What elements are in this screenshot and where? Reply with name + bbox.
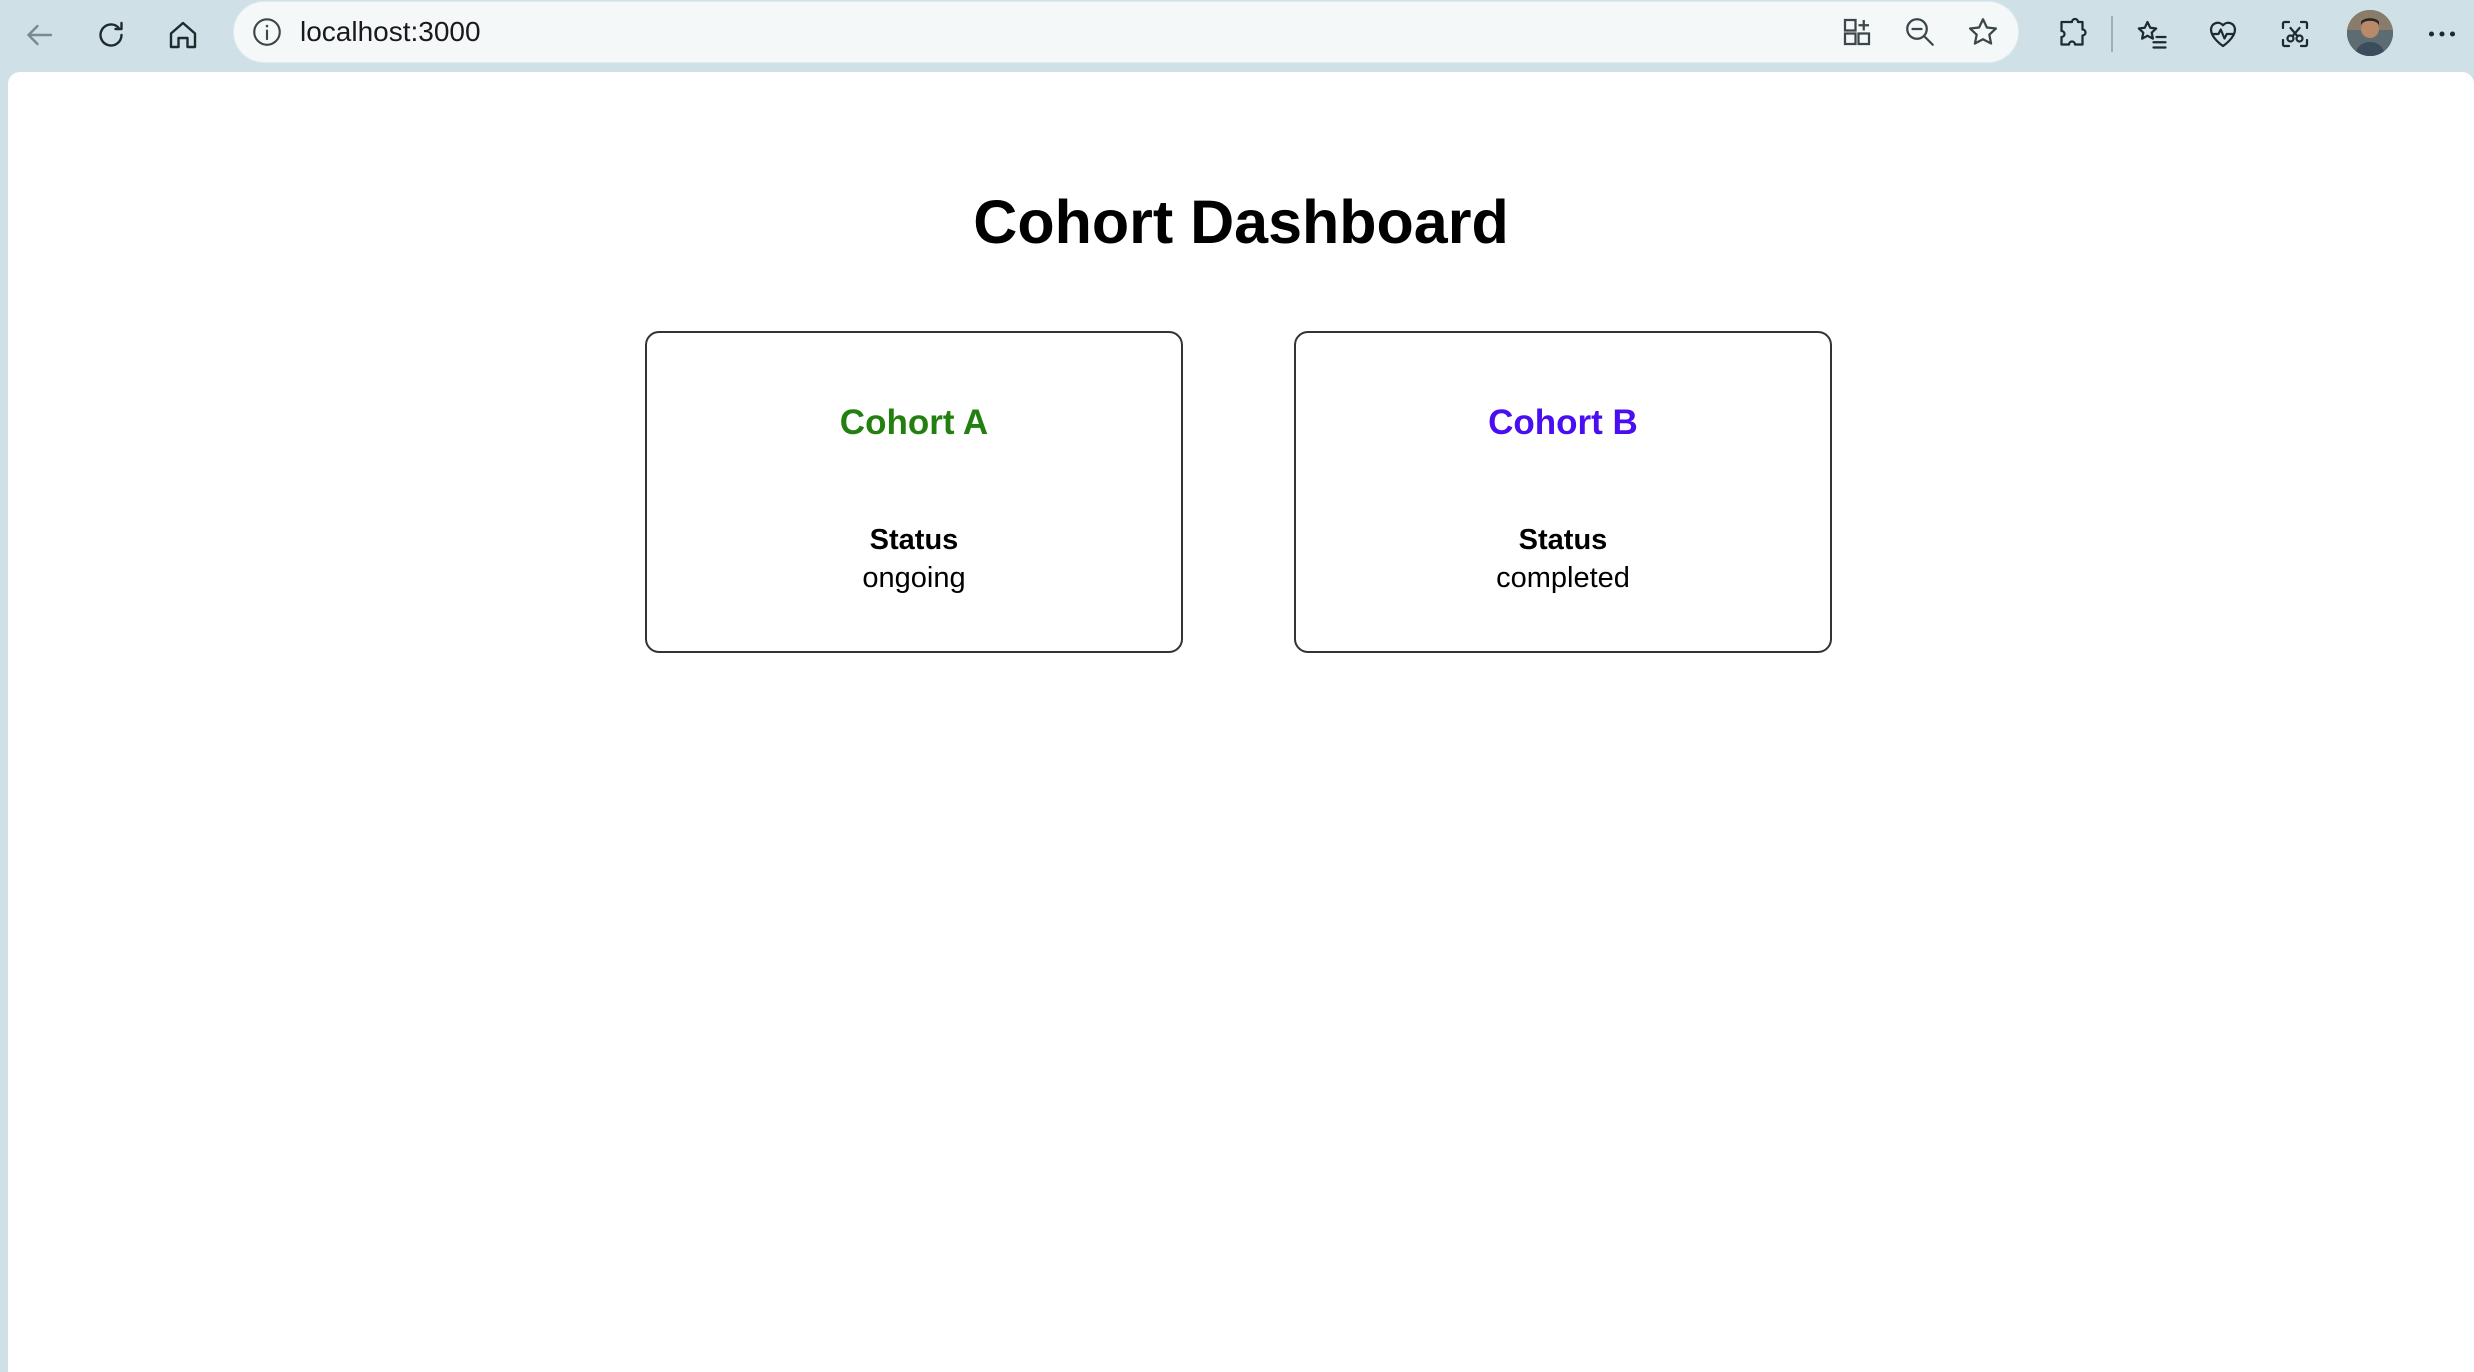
page-title: Cohort Dashboard (973, 188, 1509, 256)
health-heart-icon (2209, 21, 2237, 48)
health-button[interactable] (2201, 12, 2245, 56)
reload-button[interactable] (86, 10, 136, 60)
cohort-name: Cohort B (1488, 403, 1638, 442)
cohort-card-a: Cohort A Status ongoing (645, 331, 1183, 653)
avatar-image (2347, 10, 2393, 56)
browser-toolbar: localhost:3000 (0, 0, 2474, 70)
extensions-icon (2060, 17, 2087, 46)
status-value: ongoing (862, 562, 966, 594)
status-value: completed (1496, 562, 1630, 594)
address-bar[interactable]: localhost:3000 (234, 2, 2018, 62)
favorites-list-icon (2137, 20, 2167, 49)
screenshot-icon (2281, 20, 2309, 48)
home-button[interactable] (158, 10, 208, 60)
favorites-button[interactable] (2130, 12, 2174, 56)
extensions-button[interactable] (2050, 12, 2094, 56)
info-icon[interactable] (250, 15, 284, 49)
favorite-star-icon[interactable] (1965, 14, 2001, 50)
home-icon (169, 21, 197, 49)
toolbar-divider (2111, 16, 2113, 52)
url-text[interactable]: localhost:3000 (300, 16, 481, 48)
status-label: Status (869, 524, 959, 556)
page-viewport: Cohort Dashboard Cohort A Status ongoing… (8, 72, 2474, 1372)
more-menu-button[interactable] (2420, 12, 2464, 56)
reload-icon (99, 21, 123, 47)
cohort-name: Cohort A (839, 403, 989, 442)
zoom-out-icon[interactable] (1902, 14, 1938, 50)
back-button[interactable] (14, 10, 64, 60)
back-arrow-icon (27, 24, 53, 46)
profile-avatar[interactable] (2347, 10, 2393, 56)
more-menu-icon (2428, 31, 2456, 37)
app-grid-icon[interactable] (1839, 14, 1875, 50)
screenshot-button[interactable] (2273, 12, 2317, 56)
status-label: Status (1518, 524, 1608, 556)
cohort-card-b: Cohort B Status completed (1294, 331, 1832, 653)
